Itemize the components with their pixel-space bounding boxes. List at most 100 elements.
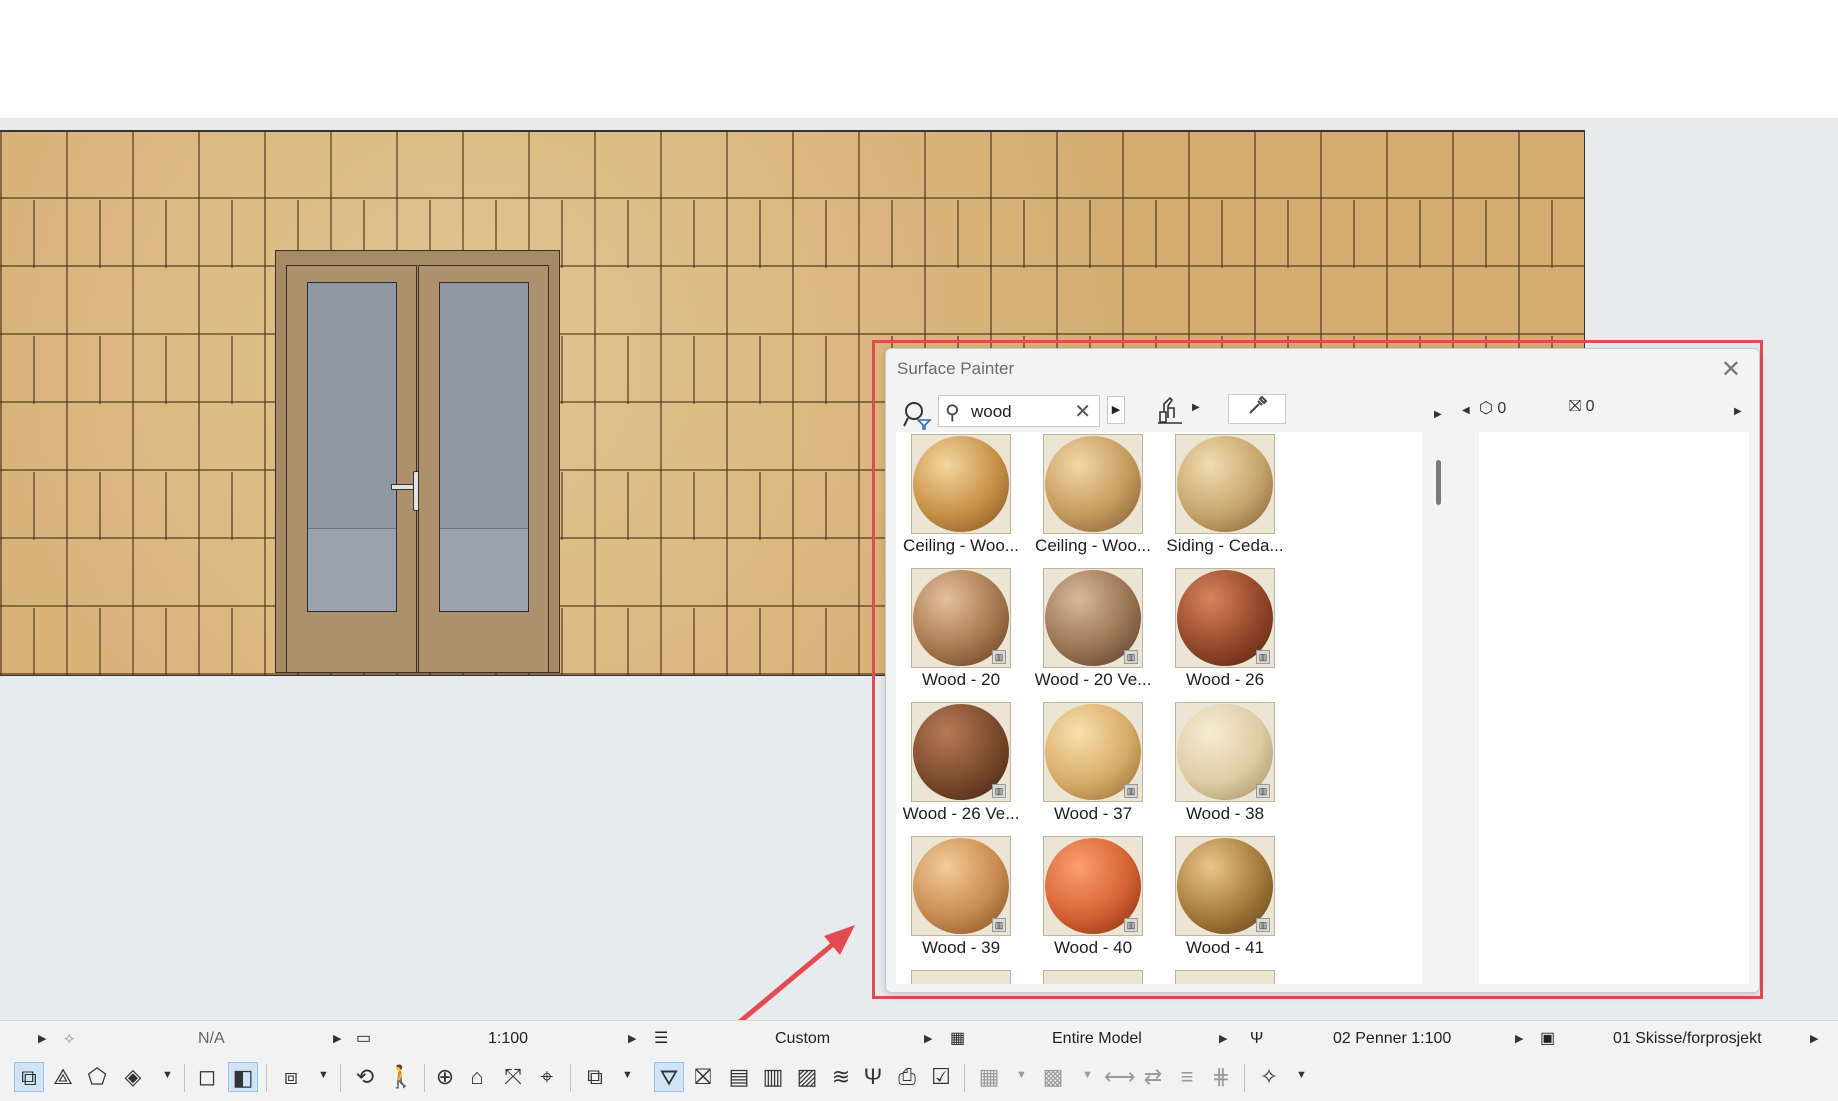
pen-set-value[interactable]: 02 Penner 1:100 [1333,1021,1451,1057]
status-arrow-icon[interactable]: ▶ [1515,1021,1523,1057]
chevron-down-icon[interactable]: ▼ [622,1069,633,1081]
library-badge-icon: ▥ [1124,650,1138,664]
slash-hatch-icon[interactable]: ▨ [792,1062,822,1092]
orbit-icon[interactable]: ⟲ [350,1062,380,1092]
clear-search-icon[interactable]: ✕ [1074,399,1091,424]
toolbar-separator [340,1064,341,1092]
paint-dropdown-icon[interactable]: ▶ [1192,402,1200,413]
magic-wand-icon[interactable]: ✧ [1254,1062,1284,1092]
3d-style-icon[interactable]: ◈ [118,1062,148,1092]
double-door[interactable] [275,250,560,673]
distribute-icon[interactable]: ⋕ [1206,1062,1236,1092]
camera-icon[interactable]: ⌖ [532,1062,562,1092]
mirror-icon[interactable]: ⟷ [1104,1062,1136,1092]
status-arrow-icon[interactable]: ▶ [628,1021,636,1057]
status-arrow-icon[interactable]: ▶ [1810,1021,1818,1057]
material-tile[interactable]: ▥ Wood - 26 Ve... [896,702,1026,836]
layer-combo-value[interactable]: N/A [198,1021,225,1057]
selection-list[interactable] [1479,432,1749,984]
door-glass-left [307,282,397,612]
material-label: Wood - 26 Ve... [902,804,1020,823]
renovation-value[interactable]: 01 Skisse/forprosjekt [1613,1021,1762,1057]
table-icon[interactable]: ▦ [974,1062,1004,1092]
search-input[interactable] [969,401,1073,423]
search-field[interactable]: ⚲ ✕ [938,395,1100,427]
material-tile[interactable]: Ceiling - Woo... [896,434,1026,568]
material-label: Wood - 26 [1185,670,1265,689]
toolbar-separator [1244,1064,1245,1092]
layer-stack-icon[interactable]: ⧈ [276,1062,306,1092]
library-badge-icon: ▥ [1256,918,1270,932]
material-tile[interactable]: ▥ Wood - 38 [1160,702,1290,836]
right-pane-options-arrow-icon[interactable]: ▶ [1734,406,1742,417]
material-grid[interactable]: Ceiling - Woo... Ceiling - Woo... Siding -… [896,432,1422,984]
close-icon[interactable]: ✕ [1721,355,1741,384]
status-arrow-icon[interactable]: ▶ [1219,1021,1227,1057]
eyedropper-button[interactable] [1228,394,1286,424]
3d-filter-icon[interactable]: ⬠ [82,1062,112,1092]
fit-view-icon[interactable]: ⊕ [430,1062,460,1092]
paint-surface-icon[interactable] [1156,396,1186,430]
chevron-down-icon[interactable]: ▼ [318,1069,329,1081]
structure-value[interactable]: Custom [775,1021,830,1057]
box-icon[interactable]: ◻ [192,1062,222,1092]
quick-options-bar: ▶ ⟡ N/A ▶ ▭ 1:100 ▶ ☰ Custom ▶ ▦ Entire … [0,1020,1838,1057]
grid-icon[interactable]: ▩ [1038,1062,1068,1092]
material-label: Wood - 20 [921,670,1001,689]
expand-right-arrow-icon[interactable]: ▶ [1434,409,1442,420]
chevron-down-icon[interactable]: ▼ [1082,1069,1093,1081]
material-label: Wood - 20 Ve... [1034,670,1152,689]
material-tile[interactable]: ▥ Wood - 26 [1160,568,1290,702]
scale-value[interactable]: 1:100 [488,1021,528,1057]
filter-search-icon[interactable] [902,400,932,430]
render-icon[interactable]: ⧉ [580,1062,610,1092]
wave-icon[interactable]: ≋ [826,1062,856,1092]
surface-painter-dialog[interactable]: Surface Painter ✕ ⚲ ✕ ▶ ▶ [885,348,1760,993]
toolbar-separator [266,1064,267,1092]
material-tile[interactable]: ▥ Wood - 20 Ve... [1028,568,1158,702]
material-tile[interactable]: ▥ Wood - 40 [1028,836,1158,970]
toolbar-separator [570,1064,571,1092]
layers-icon: ☰ [654,1030,669,1047]
search-options-arrow-icon[interactable]: ▶ [1107,396,1125,424]
walk-icon[interactable]: 🚶 [386,1062,416,1092]
chevron-down-icon[interactable]: ▼ [1296,1069,1307,1081]
door-glass-right [439,282,529,612]
print-icon[interactable]: ⎙ [892,1062,922,1092]
status-arrow-icon[interactable]: ▶ [333,1021,341,1057]
surface-painter-icon[interactable]: ⛛ [654,1062,684,1092]
pen-weight-icon[interactable]: Ψ [858,1062,888,1092]
material-tile[interactable]: Siding - Ceda... [1160,434,1290,568]
model-view-value[interactable]: Entire Model [1052,1021,1142,1057]
material-label: Wood - 37 [1053,804,1133,823]
status-arrow-icon[interactable]: ▶ [38,1021,46,1057]
explode-view-icon[interactable]: ⤧ [498,1062,528,1092]
material-tile[interactable]: Ceiling - Woo... [1028,434,1158,568]
check-icon[interactable]: ☑ [926,1062,956,1092]
material-tile[interactable]: ▥ Wood - 41 [1160,836,1290,970]
paint-bucket-icon[interactable]: ⛝ [688,1062,718,1092]
door-leaf-left [286,265,425,673]
toolbar-separator [964,1064,965,1092]
material-tile[interactable]: ▥ Wood - 37 [1028,702,1158,836]
hatch-icon[interactable]: ▥ [758,1062,788,1092]
material-label: Wood - 38 [1185,804,1265,823]
cut-fill-icon[interactable]: ▤ [724,1062,754,1092]
chevron-down-icon[interactable]: ▼ [1016,1069,1027,1081]
material-grid-scrollbar[interactable] [1436,460,1441,505]
flip-icon[interactable]: ⇄ [1138,1062,1168,1092]
home-view-icon[interactable]: ⌂ [462,1062,492,1092]
material-list-pane: ⚲ ✕ ▶ ▶ Ceiling - Woo...Ceiling - Woo...… [894,390,1434,984]
collapse-left-arrow-icon[interactable]: ◀ [1462,405,1470,416]
align-icon[interactable]: ≡ [1172,1062,1202,1092]
status-arrow-icon[interactable]: ▶ [924,1021,932,1057]
material-sphere-icon [1045,436,1141,532]
axonometry-icon[interactable]: ⟁ [48,1062,78,1092]
section-box-icon[interactable]: ◧ [228,1062,258,1092]
library-badge-icon: ▥ [1256,784,1270,798]
material-tile[interactable]: ▥ Wood - 39 [896,836,1026,970]
3d-window-icon[interactable]: ⧉ [14,1062,44,1092]
toolbar-separator [424,1064,425,1092]
chevron-down-icon[interactable]: ▼ [162,1069,173,1081]
material-tile[interactable]: ▥ Wood - 20 [896,568,1026,702]
